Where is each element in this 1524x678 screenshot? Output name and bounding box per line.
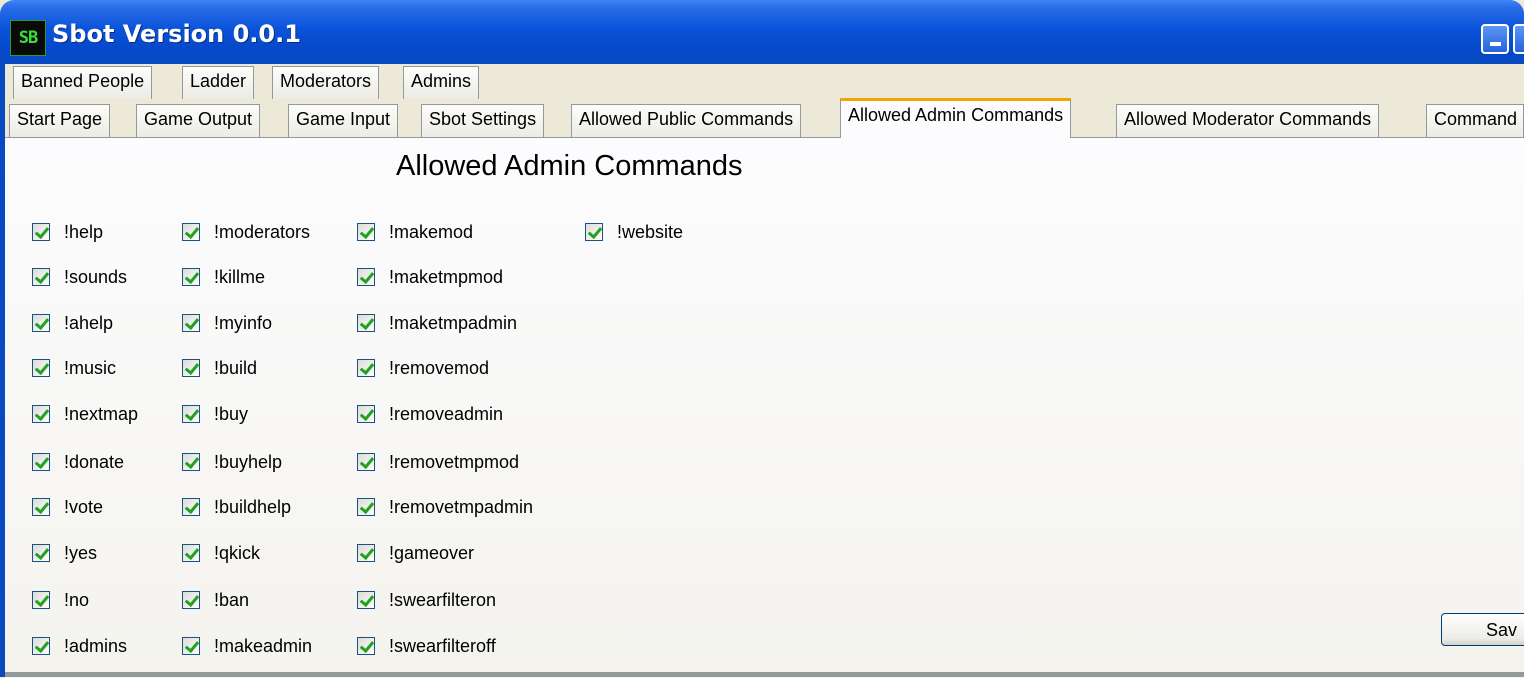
tab-moderators[interactable]: Moderators <box>272 66 380 99</box>
checkbox-maketmpmod[interactable]: !maketmpmod <box>357 264 503 290</box>
checkmark-icon[interactable] <box>182 314 200 332</box>
checkmark-icon[interactable] <box>32 591 50 609</box>
checkmark-icon[interactable] <box>32 453 50 471</box>
tab-admins[interactable]: Admins <box>403 66 480 99</box>
checkmark-icon[interactable] <box>32 544 50 562</box>
checkmark-icon[interactable] <box>357 405 375 423</box>
app-logo-icon: SB <box>10 20 46 56</box>
maximize-button[interactable] <box>1513 24 1524 54</box>
checkmark-icon[interactable] <box>32 223 50 241</box>
checkmark-icon[interactable] <box>357 544 375 562</box>
checkmark-icon[interactable] <box>182 359 200 377</box>
checkmark-icon[interactable] <box>357 637 375 655</box>
checkbox-maketmpadmin[interactable]: !maketmpadmin <box>357 310 517 336</box>
tab-banned-people[interactable]: Banned People <box>13 66 153 99</box>
checkmark-icon[interactable] <box>182 637 200 655</box>
checkbox-removetmpadmin[interactable]: !removetmpadmin <box>357 494 533 520</box>
checkmark-icon[interactable] <box>357 223 375 241</box>
checkbox-help[interactable]: !help <box>32 219 103 245</box>
checkmark-icon[interactable] <box>32 359 50 377</box>
checkmark-icon[interactable] <box>32 314 50 332</box>
checkbox-myinfo[interactable]: !myinfo <box>182 310 272 336</box>
checkmark-icon[interactable] <box>32 405 50 423</box>
tab-allowed-moderator-commands[interactable]: Allowed Moderator Commands <box>1116 104 1380 137</box>
window-title: Sbot Version 0.0.1 <box>52 20 301 48</box>
panel-bottom-border <box>5 672 1524 677</box>
checkbox-swearfilteron[interactable]: !swearfilteron <box>357 587 496 613</box>
checkbox-removemod[interactable]: !removemod <box>357 355 489 381</box>
checkbox-buy[interactable]: !buy <box>182 401 248 427</box>
tab-sbot-settings[interactable]: Sbot Settings <box>421 104 545 137</box>
checkmark-icon[interactable] <box>182 268 200 286</box>
minimize-icon <box>1490 42 1501 46</box>
checkbox-makemod[interactable]: !makemod <box>357 219 473 245</box>
checkbox-admins[interactable]: !admins <box>32 633 127 659</box>
checkbox-ban[interactable]: !ban <box>182 587 249 613</box>
checkbox-killme[interactable]: !killme <box>182 264 265 290</box>
checkmark-icon[interactable] <box>32 498 50 516</box>
minimize-button[interactable] <box>1481 24 1509 54</box>
checkmark-icon[interactable] <box>182 223 200 241</box>
title-bar[interactable]: SB Sbot Version 0.0.1 <box>0 0 1524 64</box>
checkbox-swearfilteroff[interactable]: !swearfilteroff <box>357 633 496 659</box>
checkmark-icon[interactable] <box>585 223 603 241</box>
checkbox-moderators[interactable]: !moderators <box>182 219 310 245</box>
checkbox-website[interactable]: !website <box>585 219 683 245</box>
tab-game-input[interactable]: Game Input <box>288 104 399 137</box>
checkbox-vote[interactable]: !vote <box>32 494 103 520</box>
checkmark-icon[interactable] <box>357 268 375 286</box>
save-button[interactable]: Sav <box>1441 613 1524 646</box>
checkmark-icon[interactable] <box>182 453 200 471</box>
checkmark-icon[interactable] <box>32 637 50 655</box>
checkmark-icon[interactable] <box>357 591 375 609</box>
checkbox-donate[interactable]: !donate <box>32 449 124 475</box>
checkbox-buyhelp[interactable]: !buyhelp <box>182 449 282 475</box>
checkmark-icon[interactable] <box>182 498 200 516</box>
checkbox-removetmpmod[interactable]: !removetmpmod <box>357 449 519 475</box>
page-heading: Allowed Admin Commands <box>396 150 743 182</box>
checkbox-yes[interactable]: !yes <box>32 540 97 566</box>
checkmark-icon[interactable] <box>357 498 375 516</box>
checkbox-no[interactable]: !no <box>32 587 89 613</box>
checkmark-icon[interactable] <box>357 359 375 377</box>
checkbox-ahelp[interactable]: !ahelp <box>32 310 113 336</box>
tab-start-page[interactable]: Start Page <box>9 104 111 137</box>
tab-commands[interactable]: Command <box>1426 104 1524 137</box>
checkmark-icon[interactable] <box>357 453 375 471</box>
checkbox-sounds[interactable]: !sounds <box>32 264 127 290</box>
checkbox-qkick[interactable]: !qkick <box>182 540 260 566</box>
checkbox-removeadmin[interactable]: !removeadmin <box>357 401 503 427</box>
checkbox-buildhelp[interactable]: !buildhelp <box>182 494 291 520</box>
tab-allowed-admin-commands[interactable]: Allowed Admin Commands <box>840 98 1072 138</box>
checkbox-nextmap[interactable]: !nextmap <box>32 401 138 427</box>
checkbox-build[interactable]: !build <box>182 355 257 381</box>
tab-ladder[interactable]: Ladder <box>182 66 255 99</box>
tab-game-output[interactable]: Game Output <box>136 104 261 137</box>
checkmark-icon[interactable] <box>182 405 200 423</box>
tab-allowed-public-commands[interactable]: Allowed Public Commands <box>571 104 802 137</box>
checkbox-music[interactable]: !music <box>32 355 116 381</box>
checkbox-gameover[interactable]: !gameover <box>357 540 474 566</box>
checkmark-icon[interactable] <box>182 544 200 562</box>
checkbox-makeadmin[interactable]: !makeadmin <box>182 633 312 659</box>
checkmark-icon[interactable] <box>32 268 50 286</box>
checkmark-icon[interactable] <box>182 591 200 609</box>
checkmark-icon[interactable] <box>357 314 375 332</box>
